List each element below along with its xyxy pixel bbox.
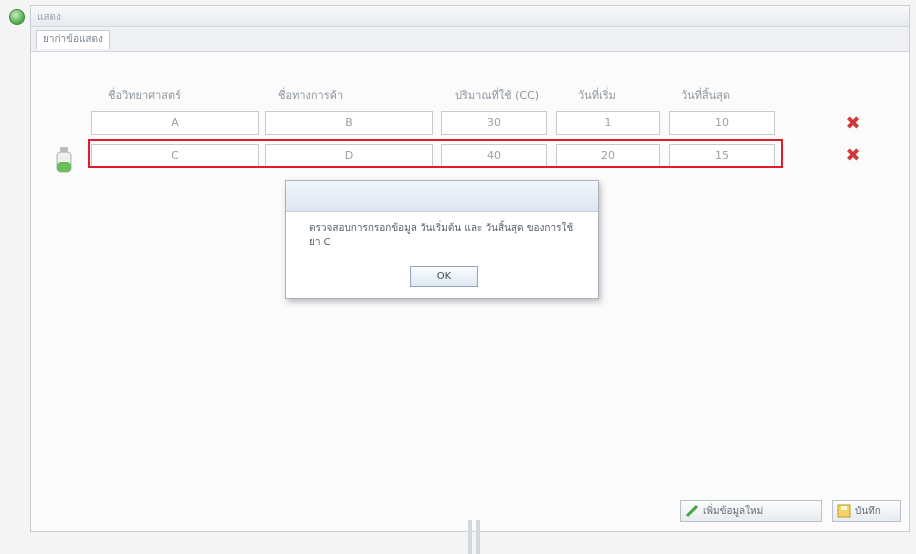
ok-button[interactable]: OK [410,266,478,287]
tab-bar: ยาก่าข้อแสดง [31,27,909,52]
header-end-date: วันที่สิ้นสุด [681,89,731,102]
add-new-button[interactable]: เพิ่มข้อมูลใหม่ [680,500,822,522]
window-title: แสดง [37,12,61,23]
app-status-icon [9,9,25,25]
dialog-header [286,181,598,212]
error-row-highlight [88,139,783,168]
header-dosage: ปริมาณที่ใช้ (CC) [455,89,540,102]
row1-end-date[interactable]: 10 [669,111,775,135]
row1-dosage[interactable]: 30 [441,111,547,135]
row1-trade-name[interactable]: B [265,111,433,135]
header-start-date: วันที่เริ่ม [578,89,616,102]
title-bar: แสดง [31,6,909,27]
save-label: บันทึก [855,506,881,517]
save-button[interactable]: บันทึก [832,500,901,522]
header-trade-name: ชื่อทางการค้า [278,89,344,102]
header-scientific-name: ชื่อวิทยาศาสตร์ [108,89,182,102]
add-new-label: เพิ่มข้อมูลใหม่ [703,506,764,517]
row1-scientific-name[interactable]: A [91,111,259,135]
row1-start-date[interactable]: 1 [556,111,660,135]
medicine-bottle-icon [54,146,74,174]
splitter-handle[interactable] [464,520,484,554]
dialog-message: ตรวจสอบการกรอกข้อมูล วันเริ่มต้น และ วัน… [309,223,574,248]
add-icon [685,504,699,518]
delete-icon[interactable]: ✖ [845,147,861,165]
alert-dialog: ตรวจสอบการกรอกข้อมูล วันเริ่มต้น และ วัน… [285,180,599,299]
save-icon [837,504,851,518]
tab-medication[interactable]: ยาก่าข้อแสดง [36,30,110,49]
delete-icon[interactable]: ✖ [845,115,861,133]
